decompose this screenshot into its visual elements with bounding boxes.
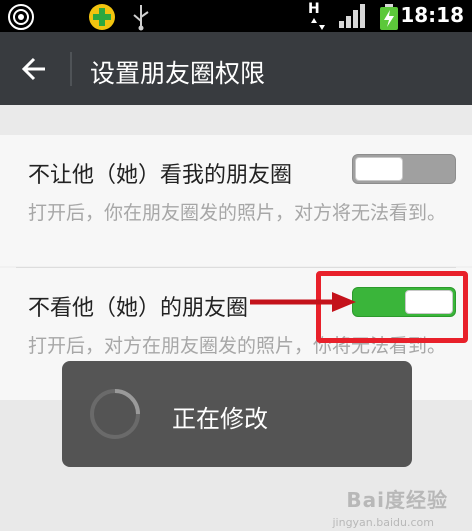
setting-hide-my-moments: 不让他（她）看我的朋友圈 打开后，你在朋友圈发的照片，对方将无法看到。 bbox=[0, 135, 472, 266]
broadcast-icon bbox=[8, 4, 34, 30]
usb-icon bbox=[133, 5, 149, 31]
page-title: 设置朋友圈权限 bbox=[90, 59, 266, 88]
setting-title: 不看他（她）的朋友圈 bbox=[28, 296, 249, 321]
arrow-left-icon bbox=[21, 57, 45, 81]
toast-message: 正在修改 bbox=[172, 405, 268, 433]
network-h-icon: H bbox=[306, 1, 328, 31]
battery-charging-icon bbox=[380, 4, 398, 30]
annotation-arrow bbox=[250, 292, 356, 312]
clock: 18:18 bbox=[400, 3, 464, 27]
security-app-icon bbox=[89, 4, 115, 30]
status-bar: H 18:18 bbox=[0, 0, 472, 32]
hide-my-moments-toggle[interactable] bbox=[352, 154, 456, 184]
watermark-url: jingyan.baidu.com bbox=[332, 516, 434, 529]
signal-icon bbox=[339, 4, 365, 28]
back-button[interactable] bbox=[14, 52, 54, 86]
title-bar: 设置朋友圈权限 bbox=[0, 32, 472, 105]
network-type-label: H bbox=[308, 1, 320, 17]
title-divider bbox=[70, 52, 72, 86]
loading-toast: 正在修改 bbox=[62, 361, 412, 467]
loading-spinner-icon bbox=[90, 389, 140, 439]
toggle-knob bbox=[355, 157, 403, 181]
watermark: Bai度经验 bbox=[346, 488, 448, 512]
setting-title: 不让他（她）看我的朋友圈 bbox=[28, 163, 293, 188]
list-top-gap bbox=[0, 105, 472, 135]
setting-description: 打开后，你在朋友圈发的照片，对方将无法看到。 bbox=[28, 202, 447, 224]
